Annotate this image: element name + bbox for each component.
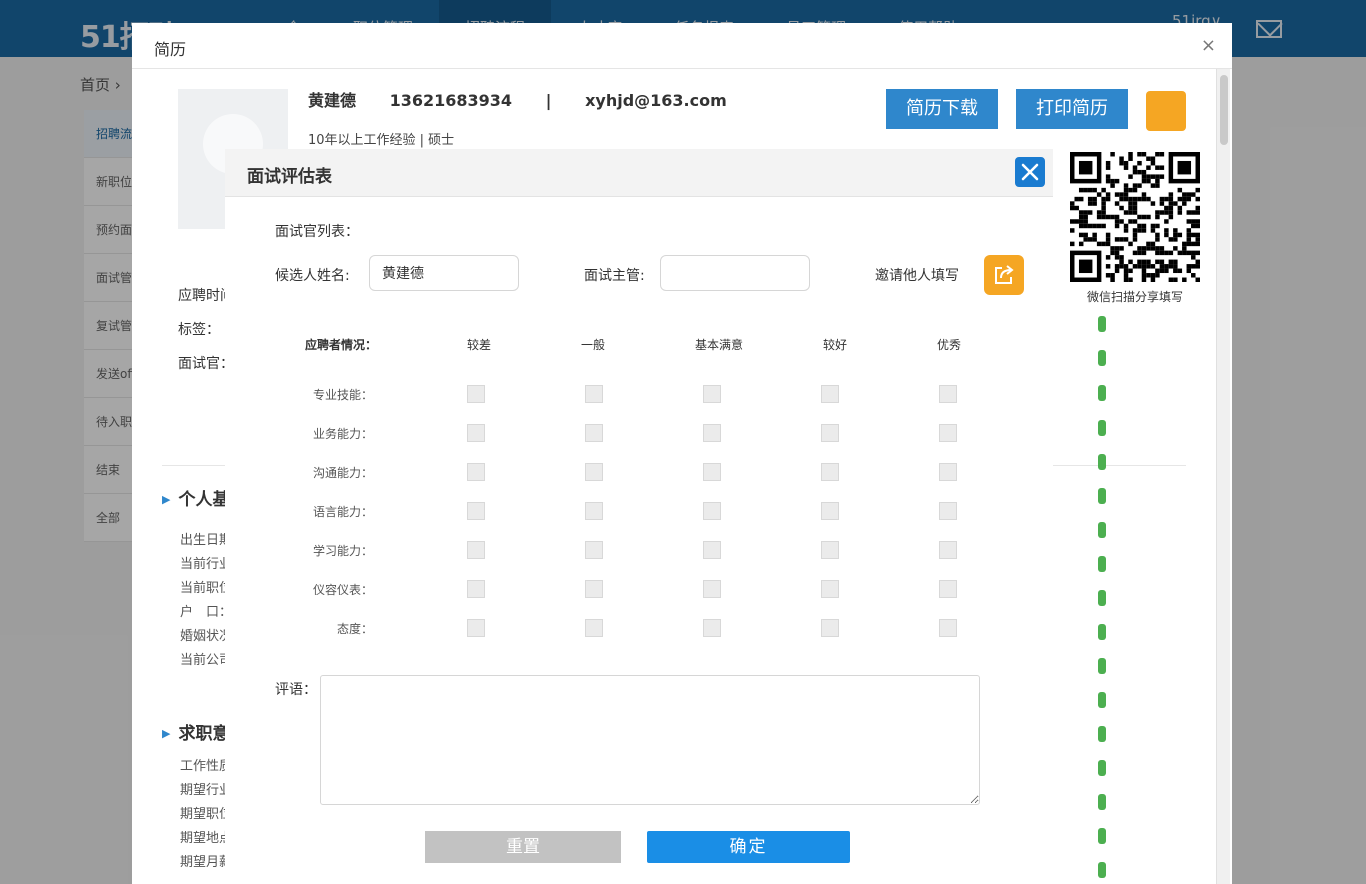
rating-checkbox[interactable] — [939, 541, 957, 559]
resume-print-button[interactable]: 打印简历 — [1016, 89, 1128, 129]
status-mark — [1098, 385, 1106, 401]
criterion-label: 专业技能： — [312, 388, 373, 402]
rating-checkbox[interactable] — [467, 580, 485, 598]
rating-checkbox[interactable] — [821, 424, 839, 442]
rating-checkbox[interactable] — [585, 502, 603, 520]
status-mark — [1098, 862, 1106, 878]
resume-scrollbar[interactable] — [1216, 69, 1230, 884]
comment-textarea[interactable] — [320, 675, 980, 805]
status-mark — [1098, 522, 1106, 538]
status-mark — [1098, 760, 1106, 776]
status-mark — [1098, 488, 1106, 504]
rating-checkbox[interactable] — [585, 424, 603, 442]
criterion-label: 学习能力： — [312, 544, 373, 558]
interviewers-label: 面试官列表： — [275, 224, 359, 240]
rating-checkbox[interactable] — [821, 619, 839, 637]
rating-checkbox[interactable] — [467, 385, 485, 403]
resume-title: 简历 — [154, 40, 187, 59]
resume-download-button[interactable]: 简历下载 — [886, 89, 998, 129]
rating-checkbox[interactable] — [585, 541, 603, 559]
rating-checkbox[interactable] — [821, 385, 839, 403]
interview-evaluation-modal: 面试评估表 面试官列表： 候选人姓名: 面试主管: 邀请他人填写 应聘者情况： … — [225, 149, 1053, 884]
comment-label: 评语： — [275, 682, 317, 698]
rating-checkbox[interactable] — [467, 463, 485, 481]
level-label: 基本满意 — [695, 338, 744, 352]
status-mark — [1098, 454, 1106, 470]
rating-checkbox[interactable] — [585, 385, 603, 403]
status-mark — [1098, 316, 1106, 332]
rating-checkbox[interactable] — [703, 502, 721, 520]
supervisor-label: 面试主管: — [584, 268, 645, 284]
rating-checkbox[interactable] — [939, 580, 957, 598]
status-mark — [1098, 556, 1106, 572]
status-mark — [1098, 794, 1106, 810]
criterion-label: 仪容仪表： — [312, 583, 373, 597]
status-mark — [1098, 726, 1106, 742]
qr-code-image — [1070, 152, 1200, 282]
eval-header: 面试评估表 — [225, 149, 1053, 197]
confirm-button[interactable]: 确定 — [647, 831, 850, 863]
status-mark — [1098, 420, 1106, 436]
candidate-phone: 13621683934 — [389, 91, 513, 110]
rating-checkbox[interactable] — [703, 619, 721, 637]
rating-checkbox[interactable] — [939, 424, 957, 442]
resume-close-icon[interactable]: × — [1201, 35, 1216, 56]
rating-checkbox[interactable] — [703, 463, 721, 481]
share-icon[interactable] — [984, 255, 1024, 295]
invite-label: 邀请他人填写 — [875, 268, 959, 284]
close-icon[interactable] — [1015, 157, 1045, 187]
reset-button[interactable]: 重置 — [425, 831, 621, 863]
contact-separator: | — [545, 91, 552, 110]
qr-caption: 微信扫描分享填写 — [1086, 290, 1183, 304]
rating-checkbox[interactable] — [821, 580, 839, 598]
candidate-name-input[interactable] — [369, 255, 519, 291]
rating-checkbox[interactable] — [703, 385, 721, 403]
status-mark — [1098, 350, 1106, 366]
rating-checkbox[interactable] — [585, 463, 603, 481]
rating-checkbox[interactable] — [939, 463, 957, 481]
candidate-name: 黄建德 — [308, 91, 357, 110]
candidate-contact: 黄建德 13621683934 | xyhjd@163.com — [308, 87, 755, 111]
rating-checkbox[interactable] — [467, 502, 485, 520]
rating-checkbox[interactable] — [703, 580, 721, 598]
candidate-summary: 10年以上工作经验 | 硕士 — [308, 133, 455, 148]
rating-checkbox[interactable] — [467, 541, 485, 559]
status-mark — [1098, 590, 1106, 606]
candidate-name-label: 候选人姓名: — [275, 268, 350, 284]
candidate-email: xyhjd@163.com — [585, 91, 727, 110]
rating-checkbox[interactable] — [821, 502, 839, 520]
share-icon[interactable] — [1146, 91, 1186, 131]
level-label: 较差 — [467, 338, 492, 352]
rating-checkbox[interactable] — [821, 541, 839, 559]
rating-checkbox[interactable] — [939, 385, 957, 403]
rating-checkbox[interactable] — [585, 580, 603, 598]
level-label: 优秀 — [937, 338, 962, 352]
eval-title: 面试评估表 — [247, 167, 332, 187]
rating-checkbox[interactable] — [821, 463, 839, 481]
rating-checkbox[interactable] — [939, 619, 957, 637]
rating-checkbox[interactable] — [939, 502, 957, 520]
rating-checkbox[interactable] — [585, 619, 603, 637]
rating-checkbox[interactable] — [703, 424, 721, 442]
criterion-label: 业务能力： — [312, 427, 373, 441]
rating-checkbox[interactable] — [467, 424, 485, 442]
status-mark — [1098, 658, 1106, 674]
grid-header-label: 应聘者情况： — [305, 338, 378, 352]
criterion-label: 沟通能力： — [312, 466, 373, 480]
status-mark — [1098, 828, 1106, 844]
resume-header: 简历 × — [132, 23, 1232, 69]
criterion-label: 态度： — [336, 622, 373, 636]
qr-share-popover: 微信扫描分享填写 — [1060, 149, 1203, 311]
rating-checkbox[interactable] — [703, 541, 721, 559]
scrollbar-thumb[interactable] — [1220, 75, 1228, 145]
status-mark — [1098, 692, 1106, 708]
level-label: 一般 — [581, 338, 606, 352]
status-mark — [1098, 624, 1106, 640]
level-label: 较好 — [823, 338, 848, 352]
rating-checkbox[interactable] — [467, 619, 485, 637]
supervisor-input[interactable] — [660, 255, 810, 291]
criterion-label: 语言能力： — [312, 505, 373, 519]
